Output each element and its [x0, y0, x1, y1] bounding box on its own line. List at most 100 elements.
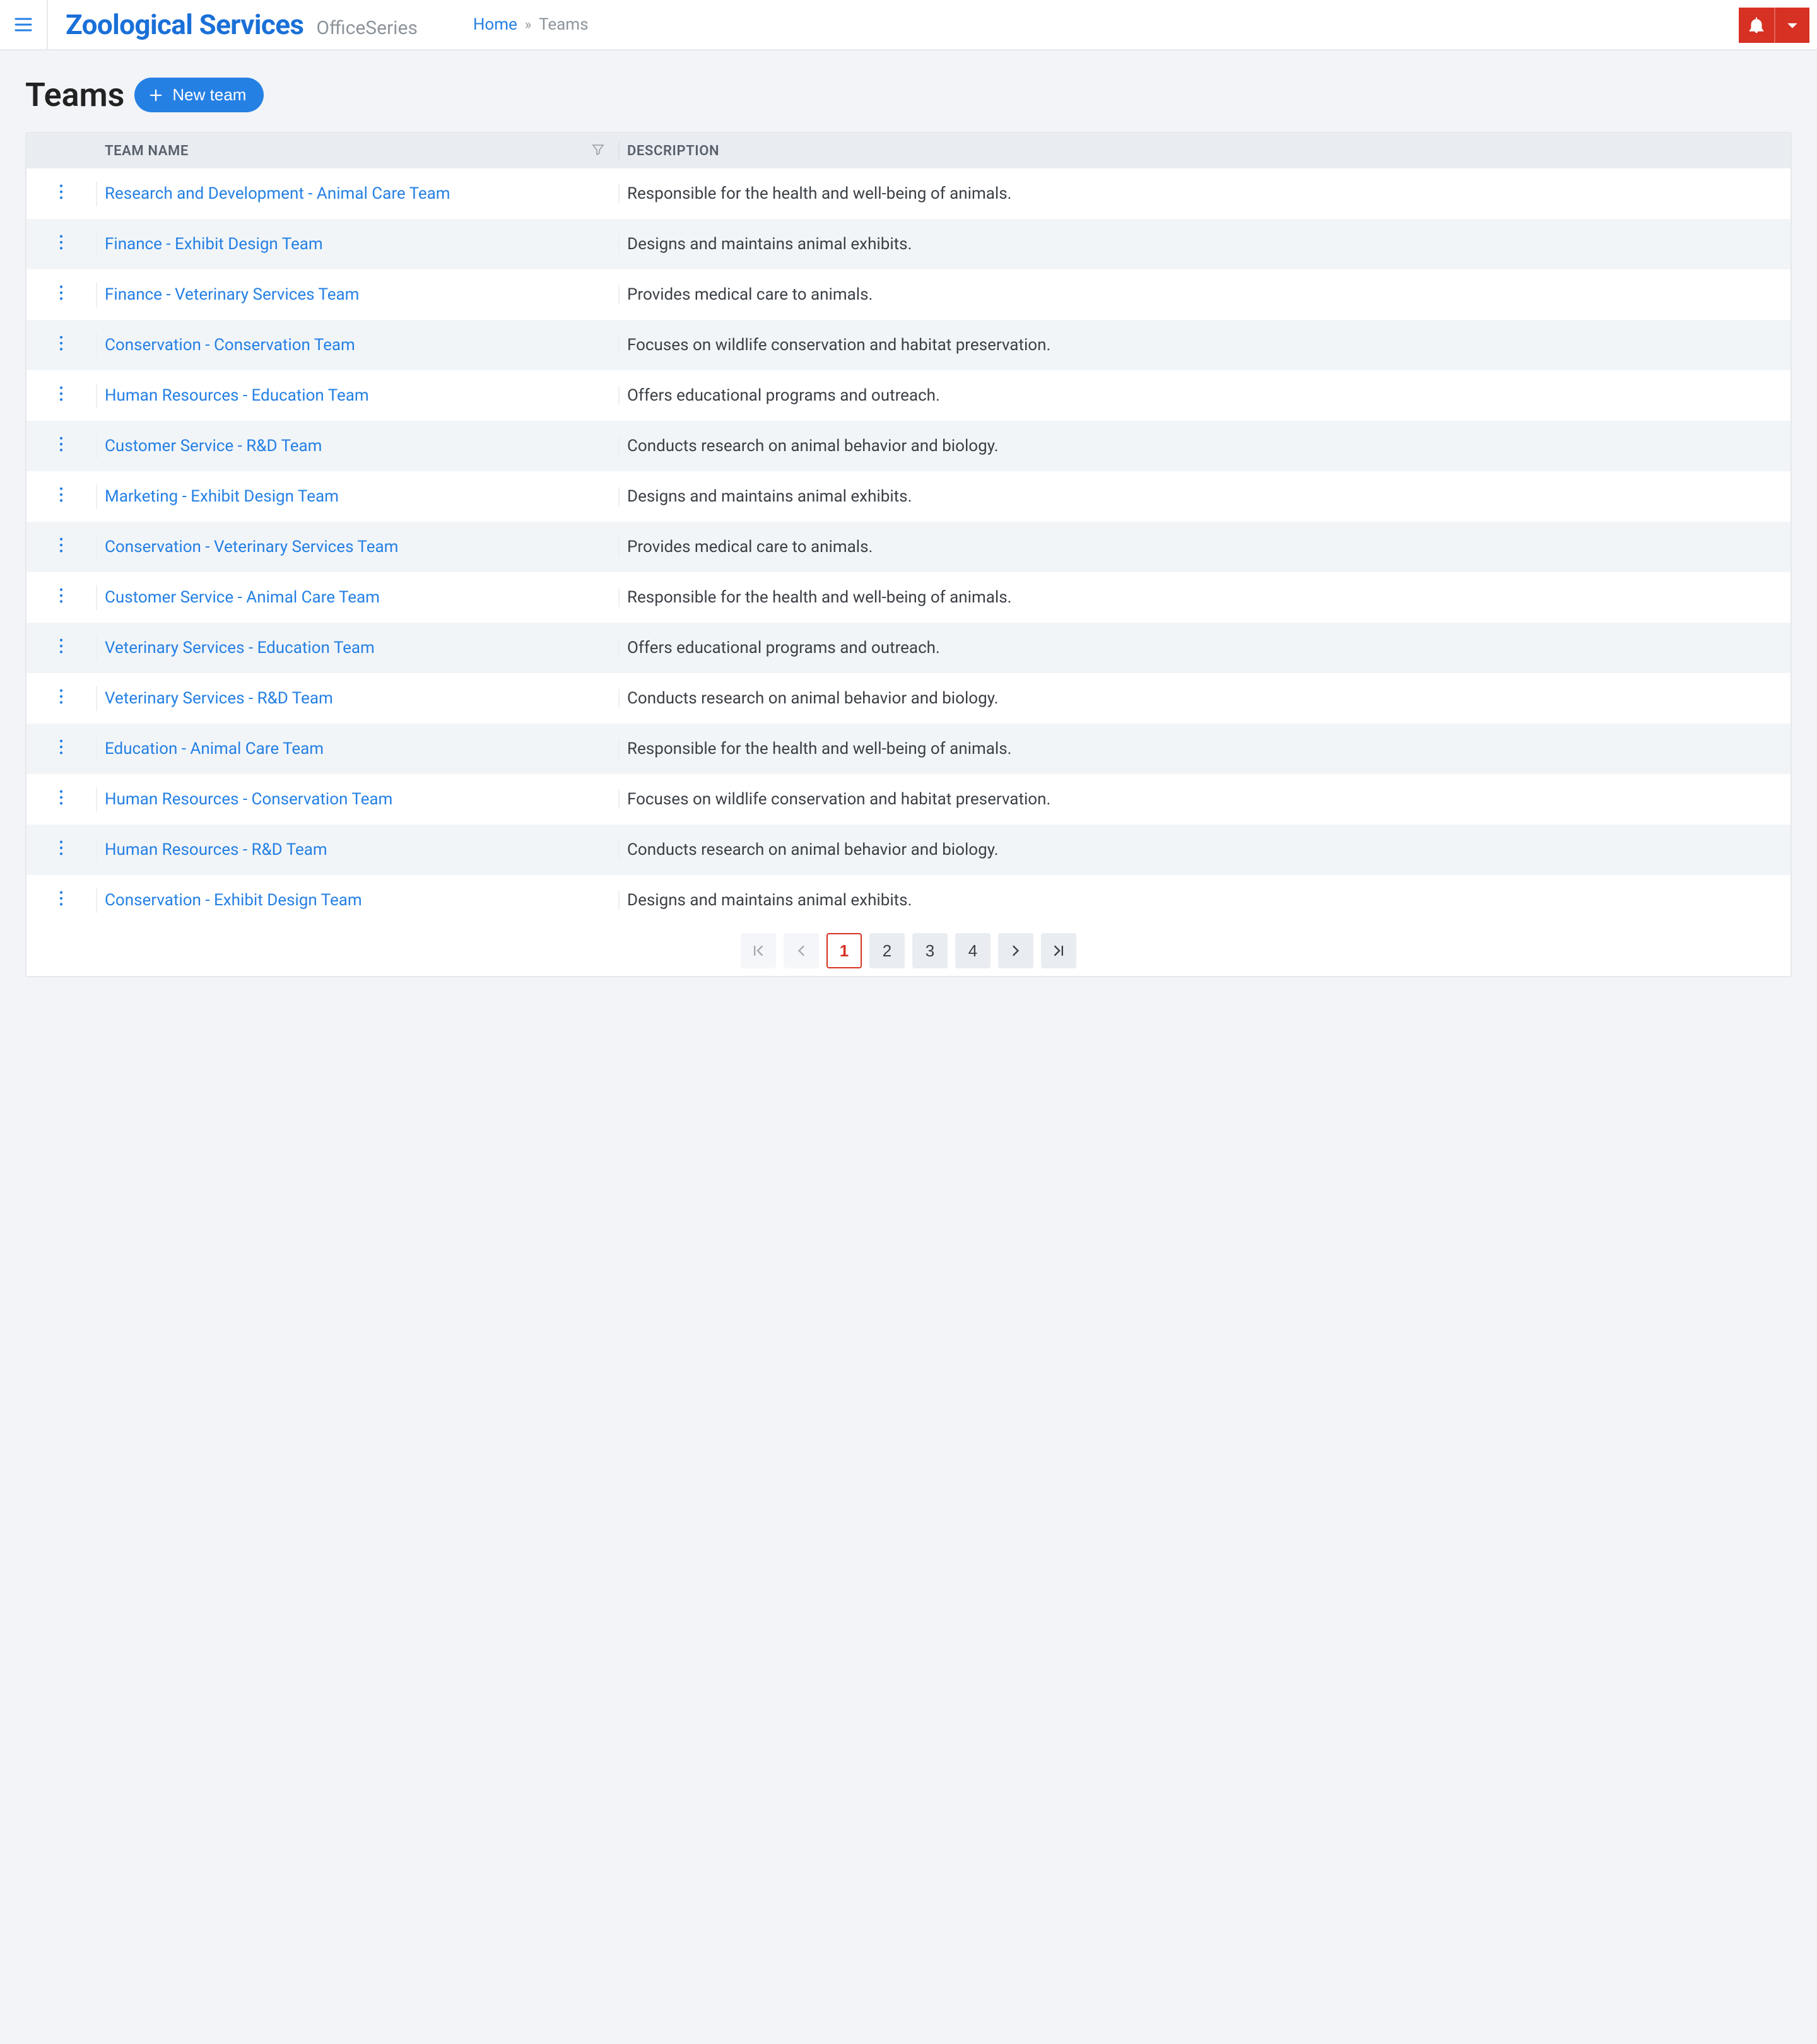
row-actions-button[interactable] [51, 787, 71, 812]
team-link[interactable]: Veterinary Services - Education Team [105, 638, 375, 657]
row-description-cell: Responsible for the health and well-bein… [620, 184, 1791, 203]
row-actions-button[interactable] [51, 535, 71, 560]
row-name-cell: Conservation - Conservation Team [97, 336, 620, 355]
caret-down-icon [1783, 16, 1802, 35]
page-first-button [741, 933, 776, 968]
pagination: 1234 [26, 925, 1791, 976]
row-actions-cell [26, 686, 97, 711]
row-name-cell: Customer Service - Animal Care Team [97, 588, 620, 607]
row-name-cell: Veterinary Services - Education Team [97, 638, 620, 657]
team-link[interactable]: Conservation - Veterinary Services Team [105, 537, 398, 556]
row-name-cell: Education - Animal Care Team [97, 739, 620, 758]
row-actions-cell [26, 434, 97, 459]
topbar-dropdown-button[interactable] [1774, 8, 1809, 43]
row-description-cell: Designs and maintains animal exhibits. [620, 891, 1791, 910]
kebab-icon [51, 182, 71, 202]
team-link[interactable]: Customer Service - R&D Team [105, 437, 322, 455]
row-actions-cell [26, 485, 97, 509]
filter-name-button[interactable] [591, 142, 608, 160]
breadcrumb-home[interactable]: Home [473, 15, 517, 34]
table-row: Veterinary Services - R&D Team Conducts … [26, 673, 1791, 724]
table-row: Education - Animal Care Team Responsible… [26, 724, 1791, 774]
table-body: Research and Development - Animal Care T… [26, 168, 1791, 925]
page-title: Teams [25, 76, 124, 114]
menu-toggle-button[interactable] [0, 0, 48, 50]
team-link[interactable]: Human Resources - Education Team [105, 386, 369, 405]
page-number-button[interactable]: 2 [869, 933, 905, 968]
table-row: Customer Service - Animal Care Team Resp… [26, 572, 1791, 623]
row-actions-button[interactable] [51, 838, 71, 862]
kebab-icon [51, 232, 71, 252]
team-link[interactable]: Research and Development - Animal Care T… [105, 184, 450, 203]
plus-icon [147, 86, 165, 104]
row-actions-cell [26, 232, 97, 257]
row-actions-button[interactable] [51, 485, 71, 509]
row-actions-button[interactable] [51, 283, 71, 307]
team-link[interactable]: Marketing - Exhibit Design Team [105, 487, 339, 506]
row-description-cell: Provides medical care to animals. [620, 285, 1791, 304]
row-actions-button[interactable] [51, 888, 71, 913]
row-actions-cell [26, 535, 97, 560]
row-actions-button[interactable] [51, 384, 71, 408]
team-link[interactable]: Finance - Veterinary Services Team [105, 285, 359, 304]
topbar: Zoological Services OfficeSeries Home » … [0, 0, 1817, 50]
row-actions-cell [26, 888, 97, 913]
page-last-icon [1050, 942, 1067, 960]
row-actions-button[interactable] [51, 686, 71, 711]
new-team-button[interactable]: New team [134, 78, 264, 112]
row-name-cell: Research and Development - Animal Care T… [97, 184, 620, 203]
kebab-icon [51, 535, 71, 555]
kebab-icon [51, 787, 71, 808]
row-actions-button[interactable] [51, 636, 71, 661]
notifications-button[interactable] [1739, 8, 1774, 43]
page-first-icon [750, 942, 767, 960]
table-row: Human Resources - Conservation Team Focu… [26, 774, 1791, 825]
page-number-button[interactable]: 3 [912, 933, 948, 968]
row-description-cell: Conducts research on animal behavior and… [620, 840, 1791, 859]
chevron-right-icon [1007, 942, 1025, 960]
team-link[interactable]: Education - Animal Care Team [105, 739, 324, 758]
row-name-cell: Human Resources - Conservation Team [97, 790, 620, 809]
brand-title[interactable]: Zoological Services [66, 8, 303, 41]
row-actions-cell [26, 737, 97, 761]
team-link[interactable]: Finance - Exhibit Design Team [105, 235, 323, 254]
table-row: Conservation - Veterinary Services Team … [26, 522, 1791, 572]
kebab-icon [51, 838, 71, 858]
team-link[interactable]: Human Resources - R&D Team [105, 840, 327, 859]
page-next-button[interactable] [998, 933, 1033, 968]
page-last-button[interactable] [1041, 933, 1076, 968]
row-name-cell: Human Resources - R&D Team [97, 840, 620, 859]
row-description-cell: Designs and maintains animal exhibits. [620, 487, 1791, 506]
team-link[interactable]: Veterinary Services - R&D Team [105, 689, 333, 708]
team-link[interactable]: Customer Service - Animal Care Team [105, 588, 380, 607]
table-row: Human Resources - Education Team Offers … [26, 370, 1791, 421]
new-team-button-label: New team [172, 85, 246, 105]
table-row: Human Resources - R&D Team Conducts rese… [26, 825, 1791, 875]
row-description-cell: Focuses on wildlife conservation and hab… [620, 790, 1791, 809]
header-col-description-label: DESCRIPTION [627, 143, 719, 159]
kebab-icon [51, 686, 71, 707]
header-col-description[interactable]: DESCRIPTION [620, 143, 1791, 159]
row-description-cell: Offers educational programs and outreach… [620, 386, 1791, 405]
page-number-button[interactable]: 4 [955, 933, 991, 968]
row-actions-button[interactable] [51, 232, 71, 257]
row-name-cell: Human Resources - Education Team [97, 386, 620, 405]
kebab-icon [51, 888, 71, 908]
row-actions-button[interactable] [51, 737, 71, 761]
header-col-name[interactable]: TEAM NAME [97, 142, 620, 160]
row-name-cell: Customer Service - R&D Team [97, 437, 620, 455]
row-name-cell: Finance - Veterinary Services Team [97, 285, 620, 304]
table-row: Finance - Exhibit Design Team Designs an… [26, 219, 1791, 269]
row-actions-button[interactable] [51, 585, 71, 610]
page-number-button[interactable]: 1 [826, 933, 862, 968]
team-link[interactable]: Conservation - Conservation Team [105, 336, 355, 355]
row-actions-button[interactable] [51, 182, 71, 206]
row-actions-button[interactable] [51, 333, 71, 358]
table-header: TEAM NAME DESCRIPTION [26, 133, 1791, 168]
team-link[interactable]: Conservation - Exhibit Design Team [105, 891, 362, 910]
page-body: Teams New team TEAM NAME DESCRIPTION [0, 50, 1817, 1002]
row-description-cell: Conducts research on animal behavior and… [620, 689, 1791, 708]
page-prev-button [784, 933, 819, 968]
row-actions-button[interactable] [51, 434, 71, 459]
team-link[interactable]: Human Resources - Conservation Team [105, 790, 392, 809]
